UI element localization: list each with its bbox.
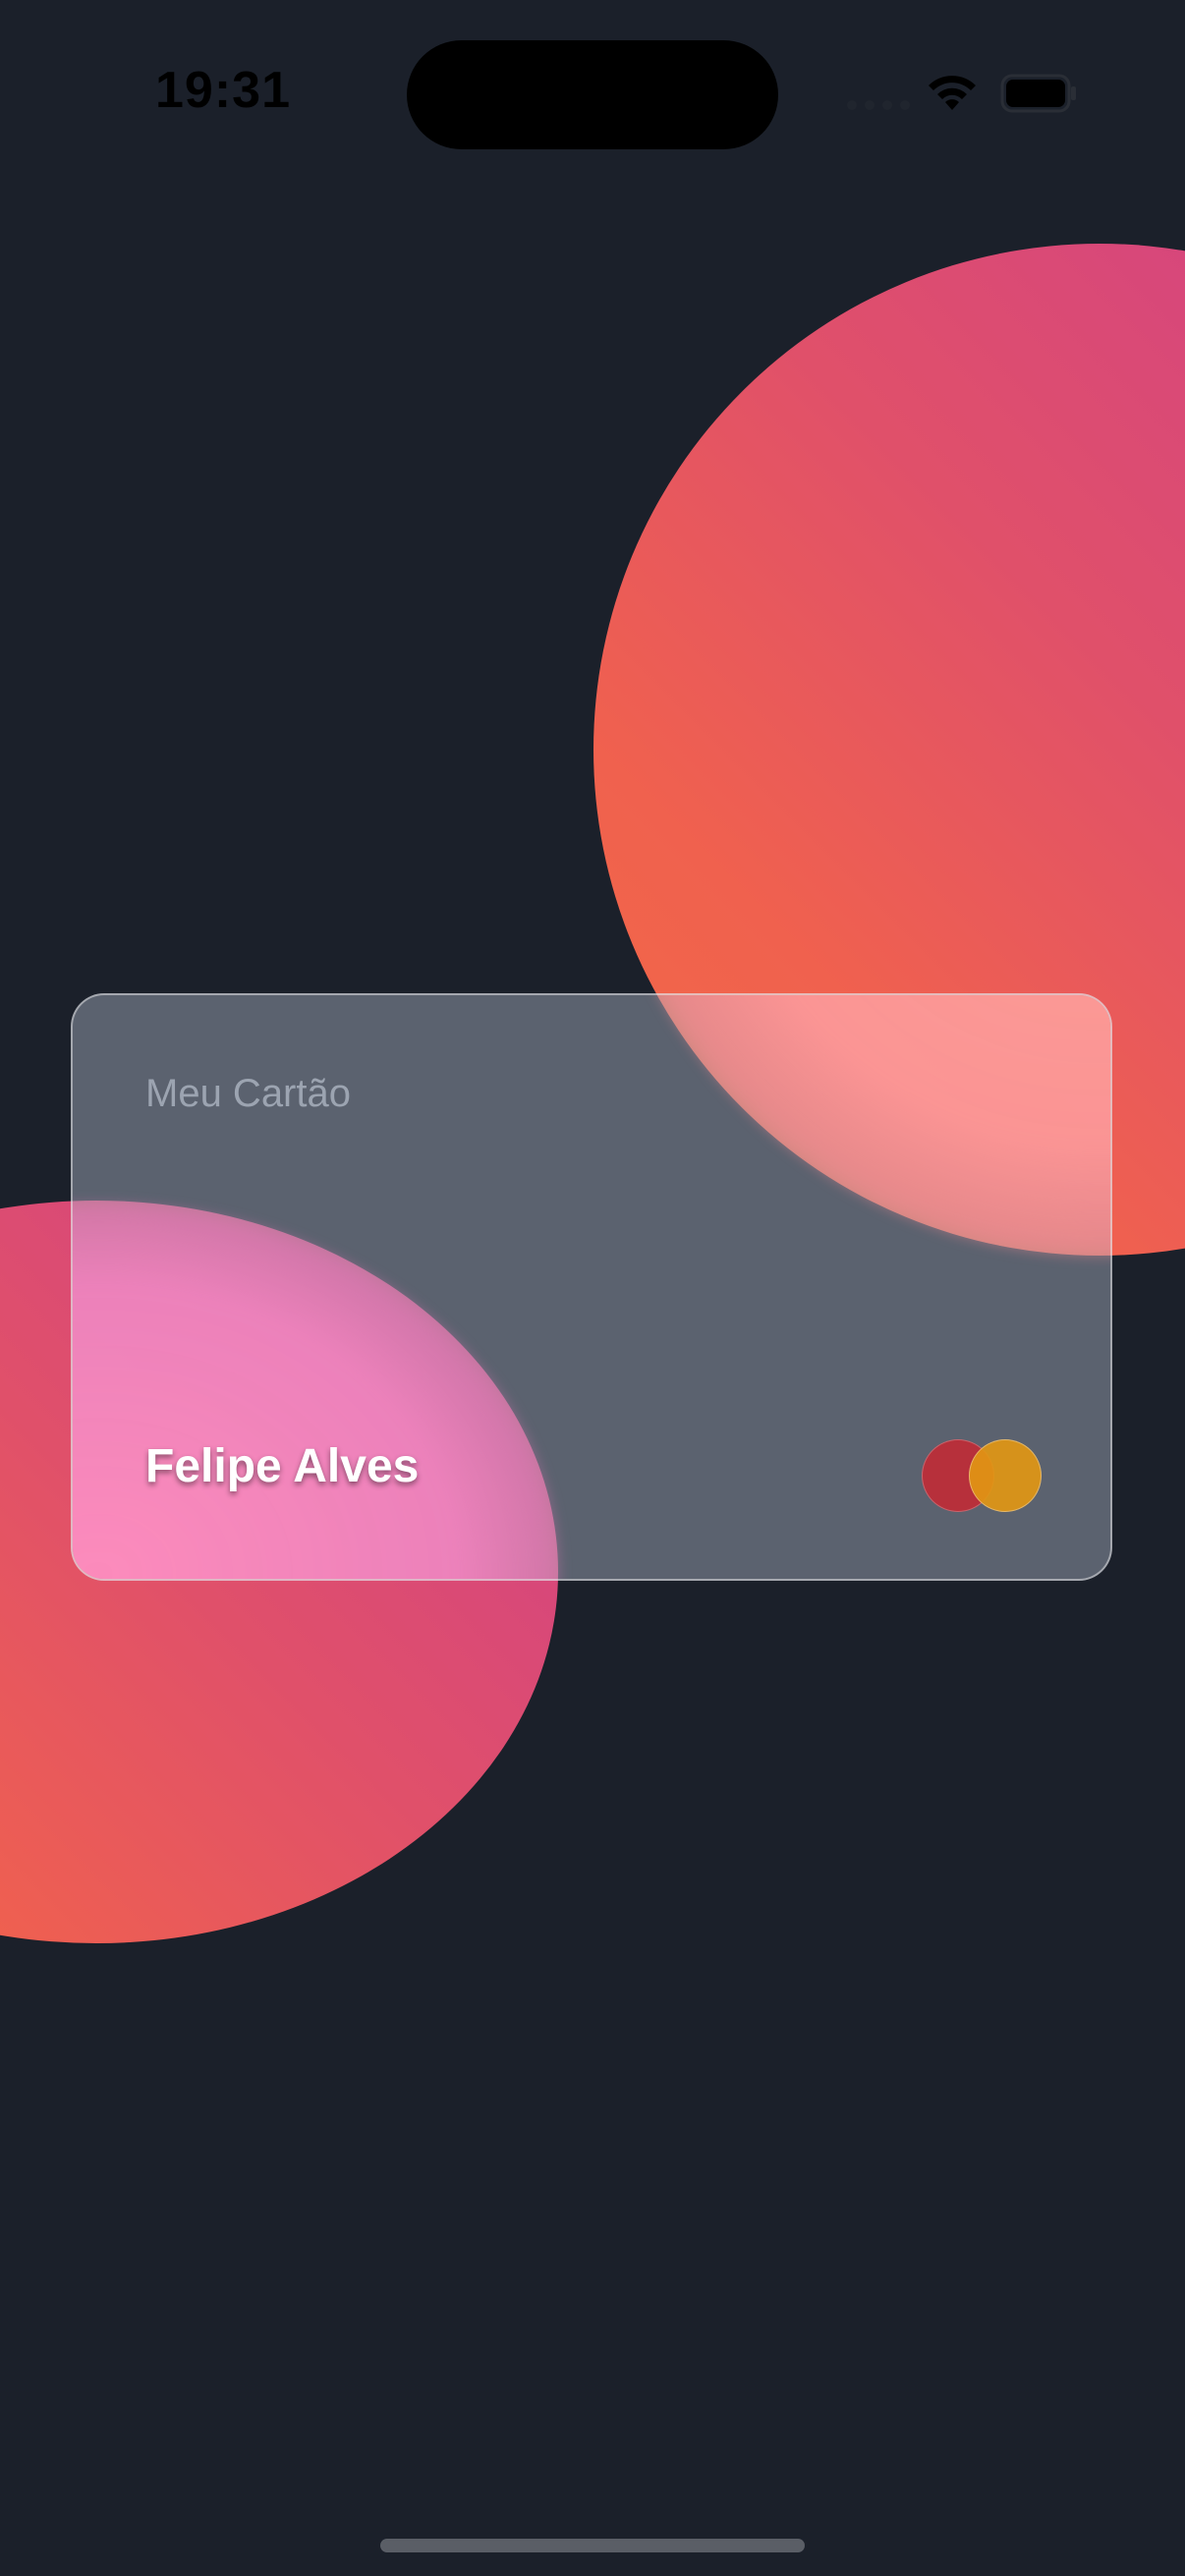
mastercard-logo-icon xyxy=(922,1439,1042,1514)
app-screen: 19:31 Meu Cartão Felipe Alves xyxy=(0,0,1185,2576)
card-title: Meu Cartão xyxy=(145,1072,351,1115)
card-reflection-bottom xyxy=(73,1203,560,1579)
status-bar-time: 19:31 xyxy=(155,62,291,119)
cellular-signal-icon xyxy=(847,100,910,110)
logo-orange-circle xyxy=(969,1439,1042,1512)
battery-icon xyxy=(1000,74,1076,113)
card-reflection-top xyxy=(595,995,1110,1258)
credit-card[interactable]: Meu Cartão Felipe Alves xyxy=(71,993,1112,1581)
wifi-icon xyxy=(929,76,976,110)
card-holder-name: Felipe Alves xyxy=(145,1440,420,1492)
dynamic-island xyxy=(407,40,778,149)
home-indicator[interactable] xyxy=(380,2539,805,2552)
